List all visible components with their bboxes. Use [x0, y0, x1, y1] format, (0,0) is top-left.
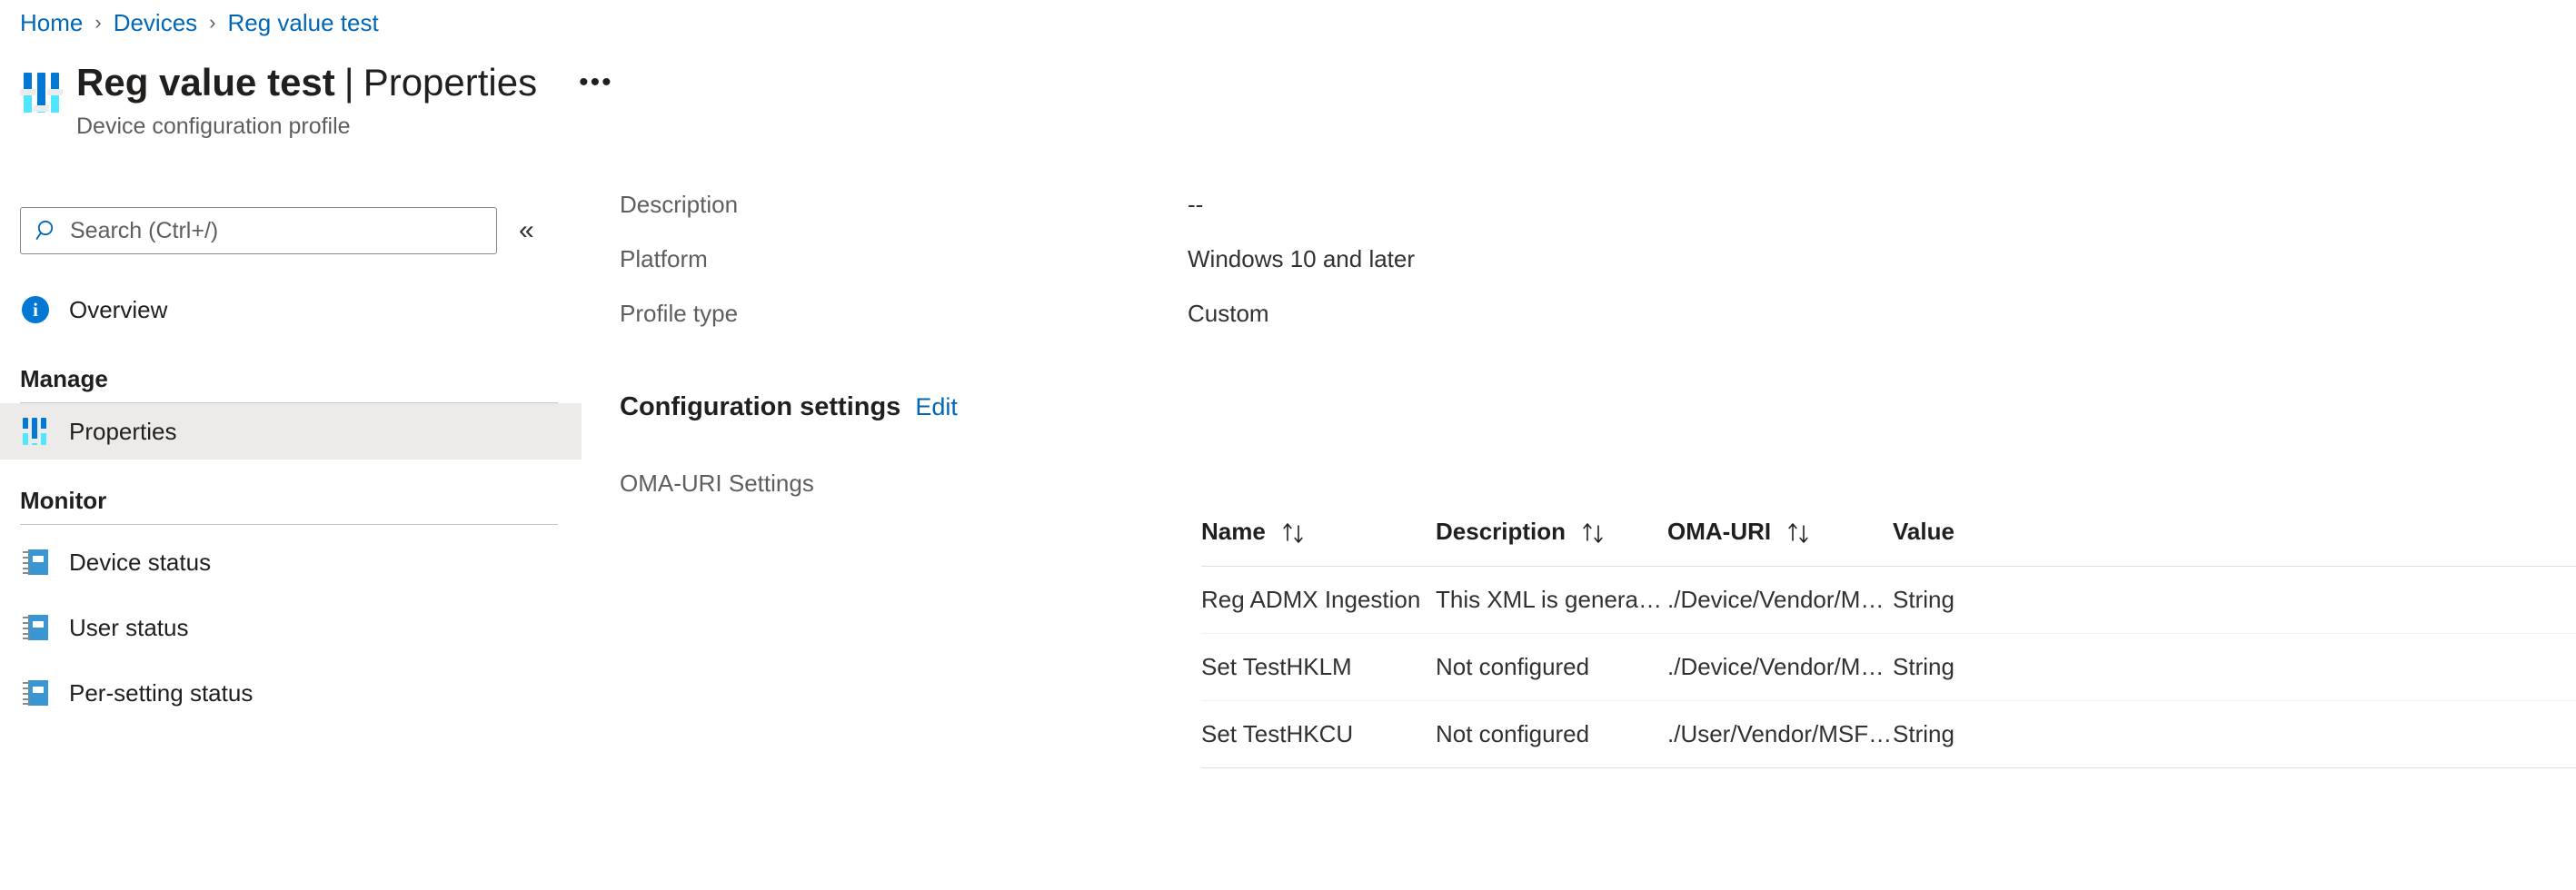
- column-header-label: Value: [1893, 518, 1954, 545]
- sidebar-item-per-setting-status[interactable]: Per-setting status: [0, 665, 582, 721]
- property-value: --: [1188, 191, 1204, 218]
- table-header-row: Name Description OMA-URI Value: [1201, 518, 2576, 567]
- property-row-description: Description --: [620, 191, 2576, 245]
- sidebar-group-manage: Manage: [20, 365, 108, 392]
- sort-arrows-icon[interactable]: [1280, 520, 1309, 544]
- cell-value: String: [1893, 700, 2576, 768]
- column-header-value[interactable]: Value: [1893, 518, 2576, 567]
- column-header-label: Name: [1201, 518, 1266, 545]
- column-header-name[interactable]: Name: [1201, 518, 1436, 567]
- sidebar-item-label: User status: [69, 613, 189, 641]
- sidebar-item-device-status[interactable]: Device status: [0, 534, 582, 590]
- cell-value: String: [1893, 566, 2576, 634]
- search-icon: [35, 219, 59, 242]
- column-header-label: Description: [1436, 518, 1566, 545]
- edit-link[interactable]: Edit: [915, 393, 958, 421]
- report-icon: [20, 612, 51, 643]
- sidebar-item-user-status[interactable]: User status: [0, 599, 582, 656]
- oma-uri-settings-label: OMA-URI Settings: [620, 470, 814, 497]
- breadcrumb-separator-icon: ›: [209, 11, 216, 34]
- page-title: Reg value test: [76, 61, 335, 104]
- sidebar-item-label: Properties: [69, 417, 177, 445]
- table-row[interactable]: Reg ADMX Ingestion This XML is generated…: [1201, 566, 2576, 634]
- sort-arrows-icon[interactable]: [1785, 520, 1815, 544]
- sliders-icon: [20, 71, 64, 114]
- oma-uri-settings-table: Name Description OMA-URI Value Reg ADMX …: [1201, 518, 2576, 768]
- page-section-title: Properties: [363, 61, 538, 104]
- search-input[interactable]: [68, 216, 462, 245]
- sidebar-item-properties[interactable]: Properties: [0, 403, 582, 460]
- cell-oma-uri: ./Device/Vendor/MSFT/Polic…: [1667, 566, 1893, 634]
- sidebar-item-label: Overview: [69, 295, 168, 323]
- report-icon: [20, 547, 51, 578]
- divider: [20, 524, 558, 525]
- section-title: Configuration settings: [620, 392, 901, 421]
- breadcrumb-item-reg-value-test[interactable]: Reg value test: [228, 9, 379, 37]
- report-icon: [20, 677, 51, 708]
- property-label: Profile type: [620, 300, 739, 327]
- breadcrumb: Home › Devices › Reg value test: [20, 7, 379, 38]
- property-value: Windows 10 and later: [1188, 245, 1416, 272]
- chevron-double-left-icon[interactable]: «: [519, 217, 534, 244]
- sidebar: « i Overview Manage Properties Monit: [0, 207, 582, 721]
- property-row-profile-type: Profile type Custom: [620, 300, 2576, 354]
- cell-description: Not configured: [1436, 633, 1667, 701]
- cell-value: String: [1893, 633, 2576, 701]
- main-content: Description -- Platform Windows 10 and l…: [620, 191, 2576, 498]
- table-row[interactable]: Set TestHKLM Not configured ./Device/Ven…: [1201, 633, 2576, 701]
- sidebar-item-label: Per-setting status: [69, 678, 254, 707]
- page-header: Reg value test | Properties ••• Device c…: [20, 60, 619, 140]
- property-label: Platform: [620, 245, 708, 272]
- search-box[interactable]: [20, 207, 497, 254]
- cell-oma-uri: ./Device/Vendor/MSFT/Polic…: [1667, 633, 1893, 701]
- title-separator: |: [343, 61, 354, 104]
- sidebar-search-row: «: [0, 207, 582, 254]
- sidebar-group-monitor: Monitor: [20, 487, 107, 514]
- sidebar-item-label: Device status: [69, 548, 212, 576]
- cell-name: Set TestHKCU: [1201, 700, 1436, 768]
- sliders-icon: [20, 416, 51, 447]
- sidebar-item-overview[interactable]: i Overview: [0, 282, 582, 338]
- more-menu-button[interactable]: •••: [573, 69, 619, 96]
- breadcrumb-separator-icon: ›: [94, 11, 102, 34]
- sort-arrows-icon[interactable]: [1580, 520, 1609, 544]
- table-row[interactable]: Set TestHKCU Not configured ./User/Vendo…: [1201, 700, 2576, 768]
- cell-description: Not configured: [1436, 700, 1667, 768]
- property-label: Description: [620, 191, 739, 218]
- cell-name: Set TestHKLM: [1201, 633, 1436, 701]
- cell-oma-uri: ./User/Vendor/MSFT/Policy/…: [1667, 700, 1893, 768]
- page-subtitle: Device configuration profile: [76, 114, 351, 139]
- column-header-oma-uri[interactable]: OMA-URI: [1667, 518, 1893, 567]
- property-row-platform: Platform Windows 10 and later: [620, 245, 2576, 300]
- breadcrumb-item-devices[interactable]: Devices: [114, 9, 197, 37]
- column-header-label: OMA-URI: [1667, 518, 1772, 545]
- cell-description: This XML is generated by Int…: [1436, 566, 1667, 634]
- configuration-settings-header: Configuration settings Edit: [620, 392, 2576, 422]
- cell-name: Reg ADMX Ingestion: [1201, 566, 1436, 634]
- breadcrumb-item-home[interactable]: Home: [20, 9, 83, 37]
- property-value: Custom: [1188, 300, 1269, 327]
- info-icon: i: [20, 294, 51, 325]
- column-header-description[interactable]: Description: [1436, 518, 1667, 567]
